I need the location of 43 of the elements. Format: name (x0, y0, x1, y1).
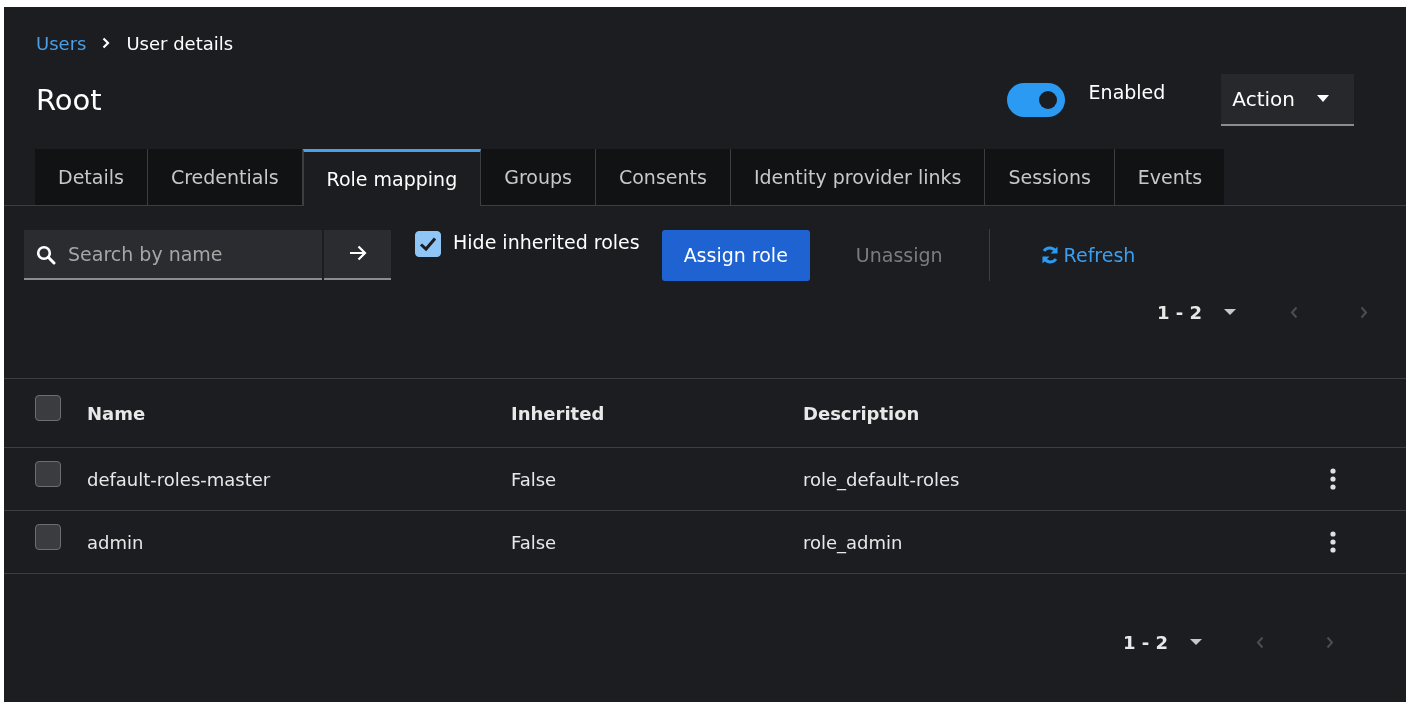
breadcrumb-link[interactable]: Users (36, 32, 87, 54)
row-checkbox[interactable] (35, 461, 61, 487)
table-cell-text: admin (87, 531, 145, 553)
arrow-right-icon (348, 244, 367, 261)
table-cell-text: False (511, 531, 558, 553)
tab[interactable]: Role mapping (302, 149, 482, 206)
tab[interactable]: Sessions (985, 149, 1115, 205)
switch-label: Enabled (1088, 81, 1166, 103)
pagination-range[interactable]: 1 - 2 (1122, 632, 1168, 653)
caret-icon[interactable] (1224, 308, 1236, 316)
page-title: Root (36, 83, 102, 117)
caret-icon (1317, 95, 1329, 103)
checkmark-icon (419, 236, 437, 252)
checkbox[interactable] (415, 231, 441, 257)
search-field[interactable]: Search by name (24, 230, 322, 280)
enabled-switch[interactable] (1006, 83, 1065, 117)
table-cell-text: default-roles-master (87, 468, 272, 490)
row-checkbox[interactable] (35, 524, 61, 550)
tab[interactable]: Consents (595, 149, 731, 205)
search-submit-button[interactable] (324, 230, 391, 280)
assign-role-button[interactable]: Assign role (661, 229, 810, 281)
select-all-checkbox[interactable] (35, 395, 61, 421)
table-cell-text: False (511, 468, 558, 490)
column-header: Name (87, 402, 147, 424)
column-header: Description (803, 402, 921, 424)
tab[interactable]: Identity provider links (730, 149, 986, 205)
kebab-menu-icon[interactable] (1330, 531, 1336, 553)
tab[interactable]: Events (1114, 149, 1225, 205)
column-header: Inherited (511, 402, 606, 424)
chevron-right-icon (102, 37, 111, 49)
tab[interactable]: Details (35, 149, 148, 205)
action-dropdown[interactable]: Action (1221, 74, 1354, 126)
table-cell-text: role_default-roles (803, 468, 961, 490)
tab[interactable]: Credentials (147, 149, 303, 205)
breadcrumb-current: User details (126, 32, 234, 54)
kebab-menu-icon[interactable] (1330, 468, 1336, 490)
table-cell-text: role_admin (803, 531, 904, 553)
caret-icon[interactable] (1190, 639, 1202, 646)
search-icon (36, 245, 56, 265)
checkbox-label: Hide inherited roles (453, 231, 640, 253)
tab[interactable]: Groups (481, 149, 596, 205)
refresh-button[interactable]: Refresh (1033, 243, 1142, 267)
pagination-range[interactable]: 1 - 2 (1156, 301, 1202, 323)
